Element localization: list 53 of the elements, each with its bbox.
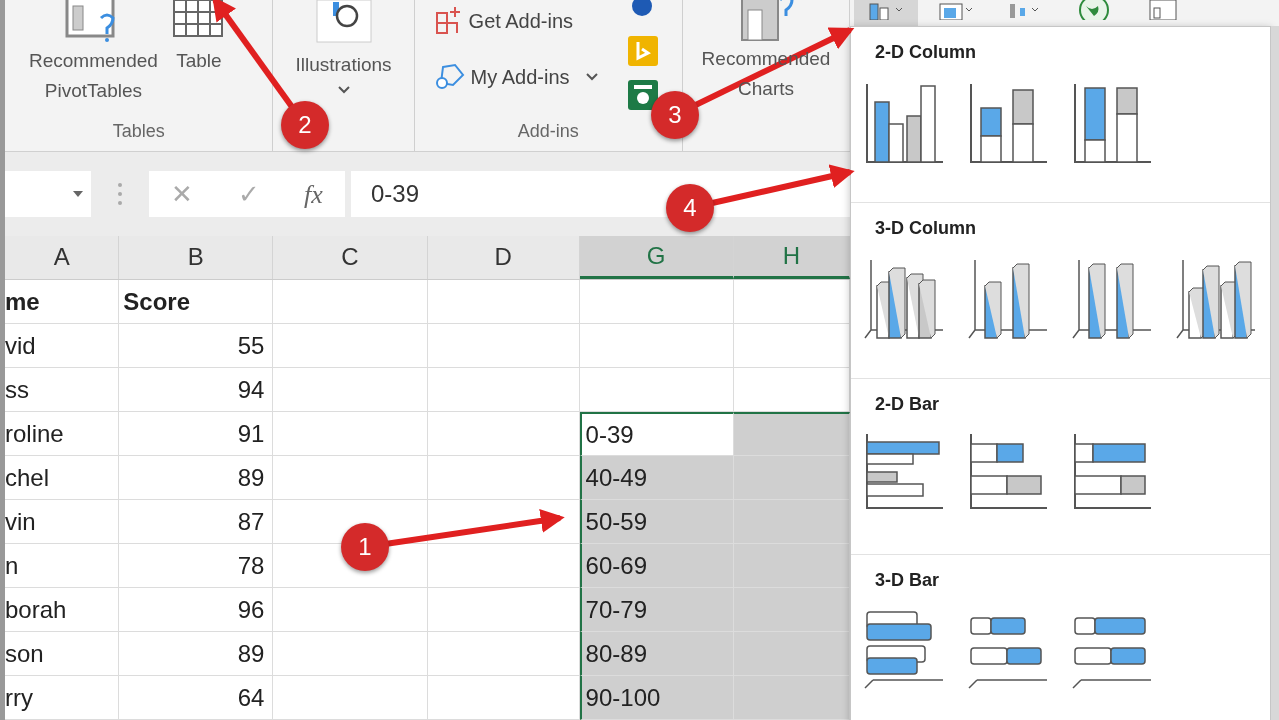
table-cell: 96 [119,588,274,632]
table-cell: 40-49 [579,456,734,500]
caret-icon [585,73,598,81]
table-button[interactable]: Table [171,0,226,76]
table-cell: vin [5,500,120,544]
table-cell: vid [5,324,120,368]
section-title: 2-D Bar [875,393,941,416]
my-add-ins-button[interactable]: My Add-ins [434,60,598,94]
group-label: Tables [111,120,166,144]
column-header[interactable]: A [5,235,120,279]
column-header[interactable]: H [733,235,850,279]
caret-icon [73,191,83,198]
table-cell: 64 [119,676,274,720]
section-title: 3-D Bar [875,569,941,592]
table-cell: 94 [119,368,274,412]
table-cell: chel [5,456,120,500]
chart-type-button[interactable] [854,0,918,26]
table-cell: rry [5,676,120,720]
table-cell: borah [5,588,120,632]
column-header[interactable]: B [119,235,274,279]
table-cell: 0-39 [579,412,734,456]
column-header[interactable]: D [427,235,580,279]
table-cell: roline [5,412,120,456]
add-ins-icon [434,7,463,35]
section-title: 2-D Column [875,41,977,64]
app-icon[interactable] [628,80,659,110]
shapes-icon [434,63,465,91]
column-header[interactable]: G [579,235,734,279]
table-cell: 55 [119,324,274,368]
table-cell: me [5,280,120,324]
table-cell: 87 [119,500,274,544]
illustrations-button[interactable]: Illustrations [295,0,392,94]
table-cell: n [5,544,120,588]
table-cell: Score [119,280,274,324]
table-cell: 91 [119,412,274,456]
section-title: 3-D Column [875,217,977,240]
recommended-pivottables-button[interactable]: Recommended PivotTables [29,0,158,106]
table-cell: 50-59 [579,500,734,544]
chevron-down-icon [337,86,350,94]
table-cell: 80-89 [579,632,734,676]
insert-function-button[interactable]: fx [304,174,323,214]
grip-icon [117,182,123,207]
table-cell: 89 [119,456,274,500]
table-cell: 78 [119,544,274,588]
table-cell: 89 [119,632,274,676]
table-cell: son [5,632,120,676]
table-cell: 70-79 [579,588,734,632]
table-cell: ss [5,368,120,412]
group-label: Add-ins [516,120,580,144]
column-header[interactable]: C [273,235,428,279]
table-cell: 60-69 [579,544,734,588]
get-add-ins-button[interactable]: Get Add-ins [434,4,598,38]
table-cell: 90-100 [579,676,734,720]
